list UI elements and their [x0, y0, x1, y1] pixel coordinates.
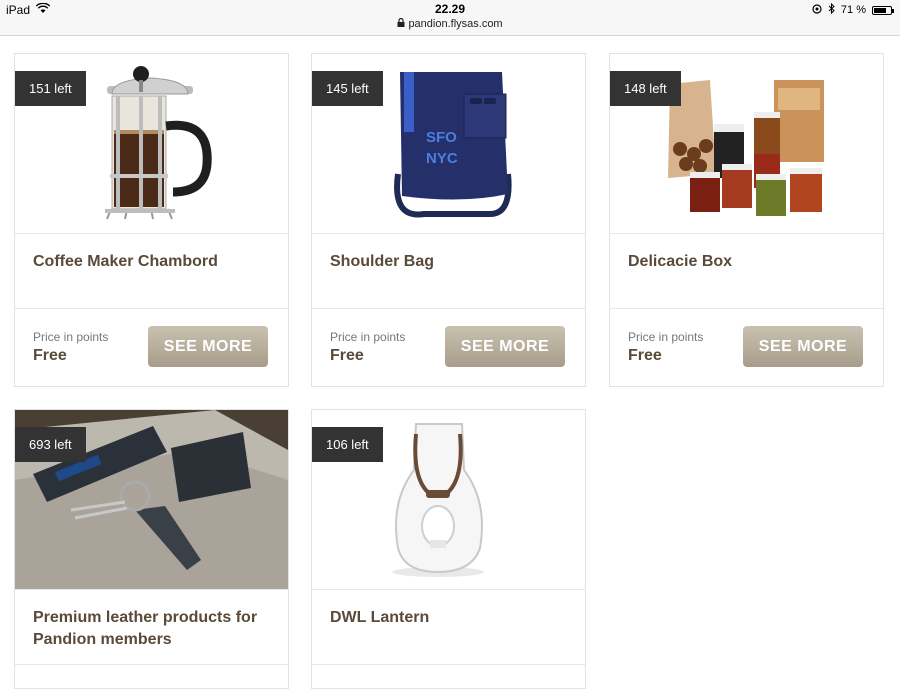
price-value: Free: [33, 347, 67, 364]
product-image[interactable]: SFO NYC 145 left: [312, 54, 585, 234]
product-footer: Price in points Free SEE MORE: [15, 309, 288, 386]
product-image[interactable]: 106 left: [312, 410, 585, 590]
product-card-coffee-maker[interactable]: 151 left Coffee Maker Chambord Price in …: [14, 53, 289, 387]
product-card-delicacie-box[interactable]: 148 left Delicacie Box Price in points F…: [609, 53, 884, 387]
product-title[interactable]: Shoulder Bag: [312, 234, 585, 309]
product-footer: Price in points Free SEE MORE: [610, 309, 883, 386]
bag-print-sfo: SFO: [426, 129, 457, 146]
stock-badge: 693 left: [15, 427, 86, 462]
address-bar[interactable]: pandion.flysas.com: [0, 17, 900, 30]
battery-percent: 71 %: [840, 4, 866, 16]
product-title[interactable]: Coffee Maker Chambord: [15, 234, 288, 309]
product-card-leather-products[interactable]: 693 left Premium leather products for Pa…: [14, 409, 289, 689]
status-time: 22.29: [434, 2, 466, 16]
price-label: Price in points: [330, 330, 406, 344]
see-more-button[interactable]: SEE MORE: [445, 326, 565, 367]
stock-badge: 148 left: [610, 71, 681, 106]
product-title[interactable]: DWL Lantern: [312, 590, 585, 665]
price-label: Price in points: [628, 330, 704, 344]
bluetooth-icon: [828, 2, 835, 17]
lock-icon: [397, 17, 405, 30]
product-card-dwl-lantern[interactable]: 106 left DWL Lantern: [311, 409, 586, 689]
location-icon: [812, 3, 822, 17]
stock-badge: 106 left: [312, 427, 383, 462]
battery-icon: [872, 5, 894, 15]
url-text: pandion.flysas.com: [408, 18, 503, 30]
price-value: Free: [330, 347, 364, 364]
product-card-shoulder-bag[interactable]: SFO NYC 145 left Shoulder Bag Price in p…: [311, 53, 586, 387]
product-title[interactable]: Premium leather products for Pandion mem…: [15, 590, 288, 665]
stock-badge: 151 left: [15, 71, 86, 106]
product-footer: Price in points Free SEE MORE: [312, 309, 585, 386]
product-image[interactable]: 151 left: [15, 54, 288, 234]
price-label: Price in points: [33, 330, 109, 344]
bag-print-nyc: NYC: [426, 150, 458, 167]
stock-badge: 145 left: [312, 71, 383, 106]
status-bar: iPad 22.29 pandion.flysas.com 71 %: [0, 0, 900, 36]
status-right: 71 %: [812, 2, 894, 17]
product-image[interactable]: 148 left: [610, 54, 883, 234]
see-more-button[interactable]: SEE MORE: [743, 326, 863, 367]
see-more-button[interactable]: SEE MORE: [148, 326, 268, 367]
product-image[interactable]: 693 left: [15, 410, 288, 590]
product-title[interactable]: Delicacie Box: [610, 234, 883, 309]
price-value: Free: [628, 347, 662, 364]
